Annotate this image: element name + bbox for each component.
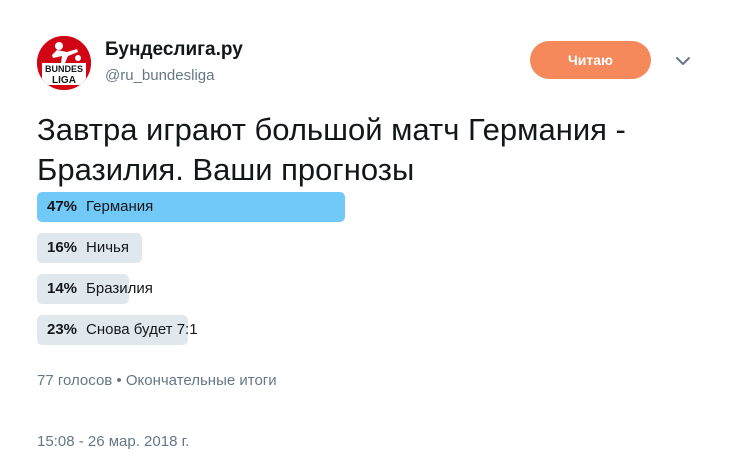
poll-label: Снова будет 7:1 [86, 321, 198, 338]
chevron-down-icon[interactable] [674, 52, 692, 70]
account-name[interactable]: Бундеслига.ру [105, 39, 243, 61]
tweet-timestamp[interactable]: 15:08 - 26 мар. 2018 г. [37, 433, 189, 450]
poll-option-brazil: 14% Бразилия [37, 274, 437, 304]
logo-text-top: BUNDES [45, 64, 83, 74]
follow-button[interactable]: Читаю [530, 41, 651, 79]
poll-option-draw: 16% Ничья [37, 233, 437, 263]
poll-summary: 77 голосов • Окончательные итоги [37, 372, 277, 389]
tweet-text: Завтра играют большой матч Германия - Бр… [37, 112, 626, 187]
poll-option-text: 16% Ничья [47, 233, 129, 263]
poll-label: Бразилия [86, 280, 153, 297]
account-handle[interactable]: @ru_bundesliga [105, 67, 214, 84]
poll-option-seven-one: 23% Снова будет 7:1 [37, 315, 437, 345]
logo-text-bottom: LIGA [52, 75, 76, 86]
avatar[interactable]: BUNDES LIGA [37, 36, 91, 90]
poll-label: Ничья [86, 239, 129, 256]
poll-percent: 23% [47, 321, 78, 338]
poll-percent: 16% [47, 239, 78, 256]
poll-percent: 47% [47, 198, 78, 215]
poll: 47% Германия 16% Ничья 14% Бразилия 23% Снов… [37, 192, 437, 356]
poll-percent: 14% [47, 280, 78, 297]
poll-option-text: 47% Германия [47, 192, 153, 222]
poll-option-text: 23% Снова будет 7:1 [47, 315, 198, 345]
poll-option-germany: 47% Германия [37, 192, 437, 222]
bundesliga-logo-icon: BUNDES LIGA [37, 36, 91, 90]
poll-label: Германия [86, 198, 154, 215]
poll-option-text: 14% Бразилия [47, 274, 153, 304]
